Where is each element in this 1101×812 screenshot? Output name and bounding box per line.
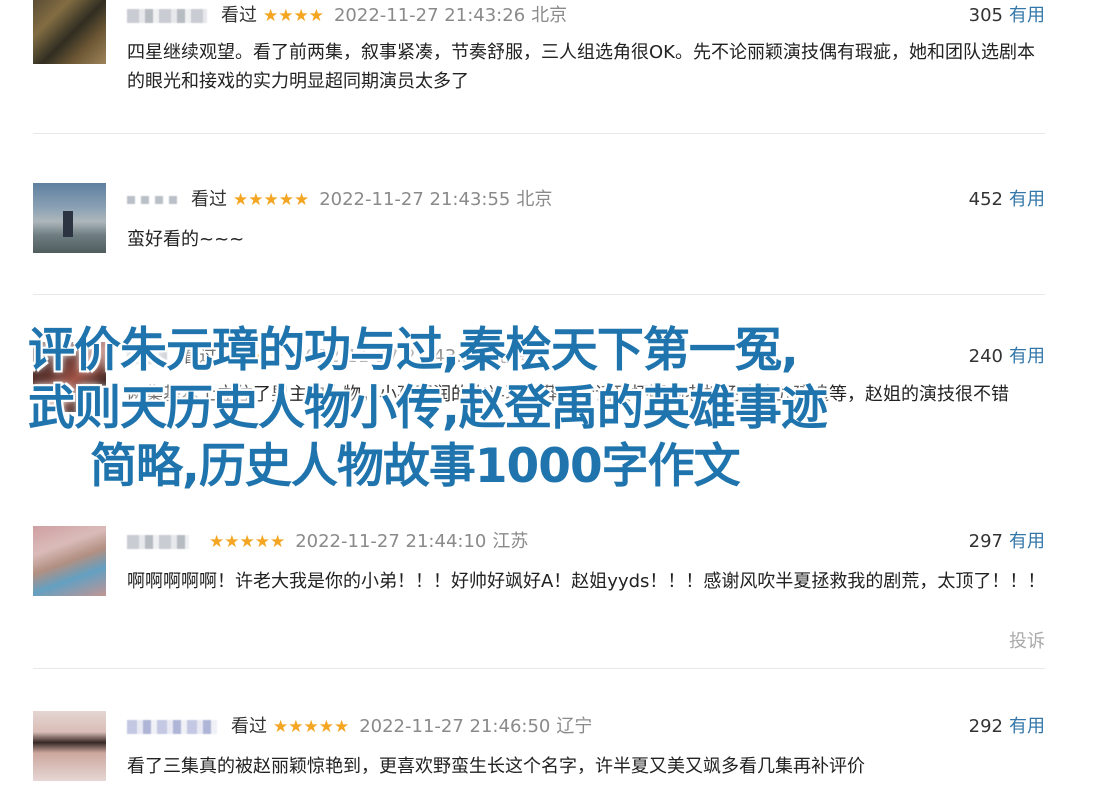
vote-count: 305 [968, 5, 1003, 26]
watch-status: 看过 [191, 189, 227, 210]
comment-meta: 看过 ★★★★★ 2022-11-27 21:43:55 北京 [127, 187, 552, 213]
comment-text: 四星继续观望。看了前两集，叙事紧凑，节奏舒服，三人组选角很OK。先不论丽颖演技偶… [127, 42, 1035, 92]
comment-meta: 看过 ★★★★★ 2022-11-27 21:46:50 辽宁 [127, 714, 592, 740]
overlay-line-2: 武则天历史人物小传,赵登禹的英雄事迹 [28, 381, 828, 436]
watch-status: 看过 [221, 5, 257, 26]
divider [33, 133, 1045, 134]
rating-stars: ★★★★★ [209, 532, 286, 552]
rating-stars: ★★★★★ [273, 717, 350, 737]
overlay-line-3: 简略,历史人物故事1000字作文 [90, 439, 741, 494]
username[interactable] [127, 9, 207, 23]
vote-area: 297 有用 [969, 529, 1045, 555]
vote-area: 292 有用 [969, 714, 1045, 740]
avatar[interactable] [33, 0, 106, 64]
divider [33, 668, 1045, 669]
comment-location: 辽宁 [556, 716, 593, 737]
avatar[interactable] [33, 526, 106, 596]
report-button[interactable]: 投诉 [1009, 627, 1045, 653]
useful-button[interactable]: 有用 [1009, 5, 1045, 26]
watch-status: 看过 [231, 716, 267, 737]
vote-count: 297 [968, 531, 1003, 552]
vote-area: 305 有用 [969, 3, 1045, 29]
rating-stars: ★★★★ [263, 6, 324, 26]
comment-time: 2022-11-27 21:43:26 [333, 5, 526, 26]
divider [33, 294, 1045, 295]
rating-stars: ★★★★★ [233, 190, 310, 210]
username[interactable] [127, 196, 177, 204]
comment-text: 看了三集真的被赵丽颖惊艳到，更喜欢野蛮生长这个名字，许半夏又美又飒多看几集再补评… [127, 756, 865, 777]
overlay-headline: 评价朱元璋的功与过,秦桧天下第一冤, 武则天历史人物小传,赵登禹的英雄事迹 简略… [28, 322, 1088, 496]
comment-text: 啊啊啊啊啊！许老大我是你的小弟！！！好帅好飒好A！赵姐yyds！！！感谢风吹半夏… [127, 571, 1046, 592]
avatar[interactable] [33, 711, 106, 781]
comment-location: 江苏 [492, 531, 529, 552]
comment-time: 2022-11-27 21:44:10 [295, 531, 487, 552]
comment-text: 蛮好看的~~~ [127, 229, 245, 250]
useful-button[interactable]: 有用 [1009, 716, 1045, 737]
vote-count: 292 [968, 716, 1003, 737]
avatar[interactable] [33, 183, 106, 253]
comment-meta: 看过 ★★★★ 2022-11-27 21:43:26 北京 [127, 3, 567, 29]
vote-count: 452 [968, 189, 1003, 210]
comment-location: 北京 [516, 189, 553, 210]
vote-area: 452 有用 [969, 187, 1045, 213]
comment-location: 北京 [531, 5, 568, 26]
username[interactable] [127, 535, 189, 549]
comment-time: 2022-11-27 21:46:50 [359, 716, 551, 737]
useful-button[interactable]: 有用 [1009, 531, 1045, 552]
useful-button[interactable]: 有用 [1009, 189, 1045, 210]
comment-time: 2022-11-27 21:43:55 [319, 189, 511, 210]
overlay-line-1: 评价朱元璋的功与过,秦桧天下第一冤, [28, 323, 799, 378]
username[interactable] [127, 720, 217, 734]
comment-meta: ★★★★★ 2022-11-27 21:44:10 江苏 [127, 529, 528, 555]
